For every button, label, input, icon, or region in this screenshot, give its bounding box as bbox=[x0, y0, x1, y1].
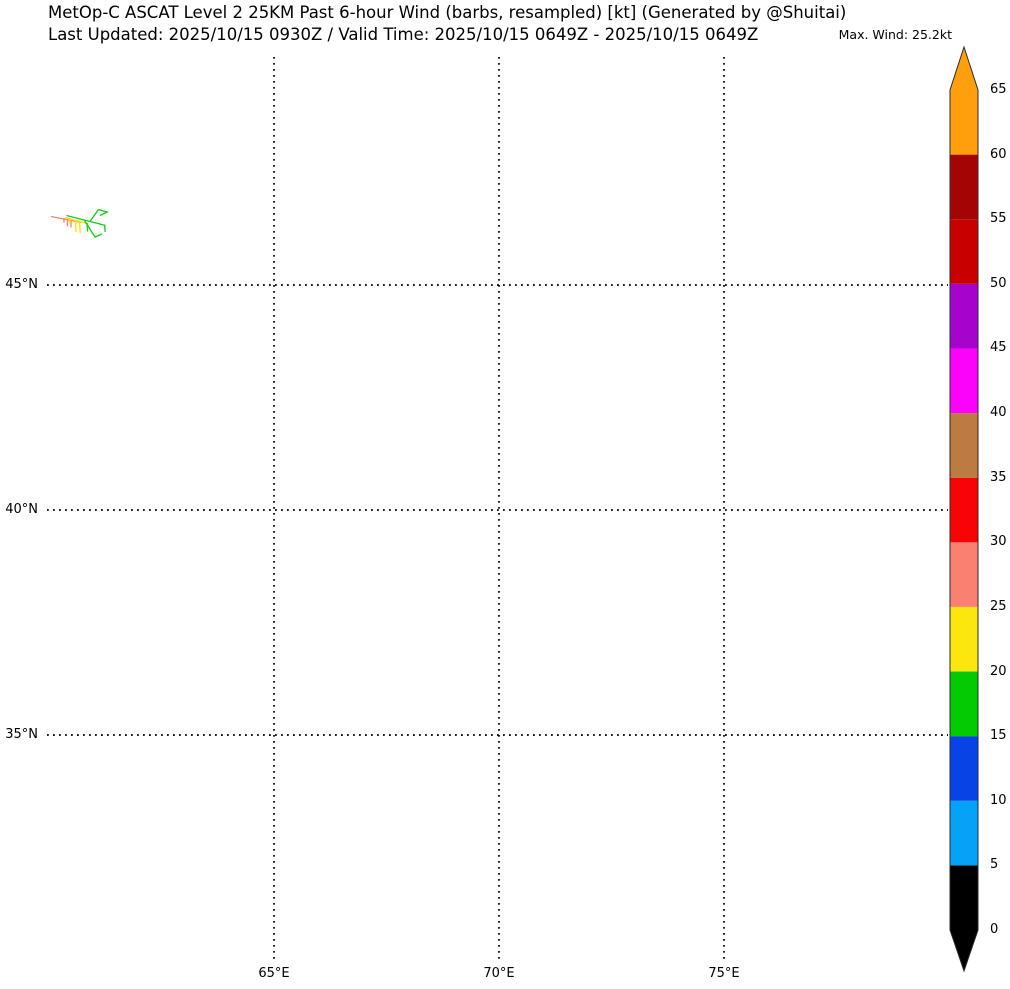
wind-barb-green-barbs-15-20kt bbox=[98, 208, 109, 217]
colorbar-tick-label-10: 10 bbox=[990, 792, 1007, 808]
colorbar-tick-label-20: 20 bbox=[990, 663, 1007, 679]
colorbar-tick-label-55: 55 bbox=[990, 211, 1007, 227]
colorbar-segment-35-40 bbox=[950, 413, 978, 478]
colorbar-segment-50-55 bbox=[950, 219, 978, 284]
colorbar-segment-0-5 bbox=[950, 865, 978, 930]
wind-barb-yellow-barbs-20-25kt bbox=[78, 221, 81, 234]
colorbar-segment-45-50 bbox=[950, 283, 978, 349]
colorbar-tick-label-65: 65 bbox=[990, 82, 1007, 97]
colorbar-segment-55-60 bbox=[950, 154, 978, 220]
wind-map-plot bbox=[47, 45, 979, 973]
colorbar-tick-label-15: 15 bbox=[990, 728, 1007, 744]
colorbar-segment-10-15 bbox=[950, 736, 978, 801]
colorbar-tick-label-25: 25 bbox=[990, 598, 1007, 614]
lat-tick-label-45°N: 45°N bbox=[5, 277, 38, 292]
colorbar-segment-25-30 bbox=[950, 542, 978, 607]
lon-tick-label-70°E: 70°E bbox=[483, 966, 515, 981]
lat-tick-label-40°N: 40°N bbox=[5, 502, 38, 517]
colorbar-tick-label-0: 0 bbox=[990, 922, 999, 937]
colorbar-tick-label-50: 50 bbox=[990, 275, 1007, 291]
wind-barb-green-barbs-15-20kt bbox=[89, 220, 106, 227]
colorbar-segment-5-10 bbox=[950, 800, 978, 866]
lon-tick-label-65°E: 65°E bbox=[258, 966, 290, 981]
colorbar-segment-30-35 bbox=[950, 477, 978, 543]
colorbar-extend-over-arrow bbox=[950, 47, 978, 90]
figure: MetOp-C ASCAT Level 2 25KM Past 6-hour W… bbox=[0, 0, 1010, 989]
colorbar-extend-under-arrow bbox=[950, 930, 978, 971]
colorbar-segment-15-20 bbox=[950, 671, 978, 737]
wind-barb-yellow-barbs-20-25kt bbox=[74, 220, 77, 233]
wind-barb-green-barbs-15-20kt bbox=[86, 222, 89, 232]
lon-tick-label-75°E: 75°E bbox=[708, 966, 740, 981]
colorbar-segment-60-65 bbox=[950, 90, 978, 155]
colorbar-tick-label-5: 5 bbox=[990, 857, 999, 873]
colorbar-tick-label-60: 60 bbox=[990, 146, 1007, 162]
colorbar-tick-label-45: 45 bbox=[990, 340, 1007, 356]
colorbar-tick-label-30: 30 bbox=[990, 534, 1007, 550]
colorbar-segment-40-45 bbox=[950, 348, 978, 414]
colorbar-tick-label-40: 40 bbox=[990, 405, 1007, 421]
wind-barb-green-barbs-15-20kt bbox=[89, 209, 100, 222]
wind-barb-green-barbs-15-20kt bbox=[103, 224, 106, 233]
colorbar-tick-label-35: 35 bbox=[990, 469, 1007, 485]
lat-tick-label-35°N: 35°N bbox=[5, 727, 38, 742]
colorbar-segment-20-25 bbox=[950, 606, 978, 672]
